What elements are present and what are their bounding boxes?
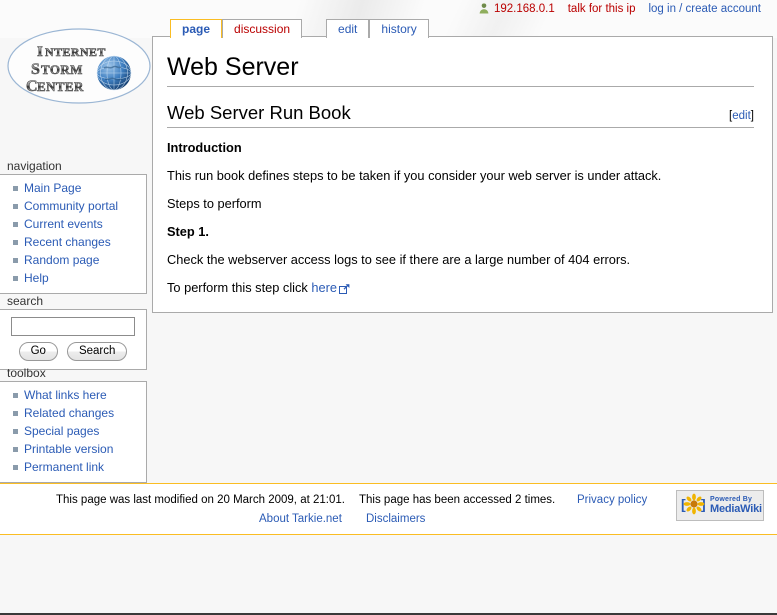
intro-heading: Introduction — [167, 140, 754, 156]
sidebar-item-label[interactable]: Help — [24, 271, 49, 285]
navigation-body: Main Page Community portal Current event… — [0, 174, 147, 294]
svg-text:NTERNET: NTERNET — [45, 45, 106, 59]
sidebar-item-help[interactable]: Help — [0, 269, 146, 287]
toolbox-item-label[interactable]: What links here — [24, 388, 107, 402]
toolbox-body: What links here Related changes Special … — [0, 381, 147, 483]
main-content: Web Server Web Server Run Book [edit] In… — [152, 36, 773, 313]
svg-text:I: I — [37, 44, 43, 60]
toolbox-item-related-changes[interactable]: Related changes — [0, 404, 146, 422]
tab-history[interactable]: history — [369, 19, 428, 38]
tab-page-label: page — [182, 23, 210, 35]
navigation-title: navigation — [7, 159, 147, 173]
footer-privacy: Privacy policy — [577, 492, 647, 509]
footer-disclaimers: Disclaimers — [366, 511, 425, 528]
sidebar-item-label[interactable]: Main Page — [24, 181, 81, 195]
user-ip-group: 192.168.0.1 — [478, 2, 555, 17]
svg-text:S: S — [31, 61, 40, 78]
toolbox-item-label[interactable]: Related changes — [24, 406, 114, 420]
tab-edit-label: edit — [338, 23, 357, 35]
sidebar-item-label[interactable]: Community portal — [24, 199, 118, 213]
footer-about: About Tarkie.net — [259, 511, 342, 528]
edit-section-link[interactable]: edit — [732, 110, 751, 122]
mediawiki-sunflower-icon: [ ] — [681, 492, 707, 519]
powered-by-mediawiki-badge[interactable]: [ ] — [676, 490, 764, 521]
tab-history-label: history — [381, 23, 416, 35]
tab-page[interactable]: page — [170, 19, 222, 38]
toolbox-title: toolbox — [7, 366, 147, 380]
sidebar-item-random-page[interactable]: Random page — [0, 251, 146, 269]
search-go-button[interactable]: Go — [19, 342, 58, 361]
user-talk-link[interactable]: talk for this ip — [568, 3, 636, 15]
login-create-account-link[interactable]: log in / create account — [648, 3, 761, 15]
search-body: Go Search — [0, 309, 147, 370]
step1-paragraph: Check the webserver access logs to see i… — [167, 252, 754, 268]
search-buttons: Go Search — [0, 342, 146, 361]
user-ip-label: 192.168.0.1 — [494, 3, 555, 15]
edit-section: [edit] — [729, 110, 754, 122]
site-logo[interactable]: I NTERNET S TORM C ENTER — [4, 24, 154, 108]
search-submit-button[interactable]: Search — [67, 342, 127, 361]
toolbox-item-permanent-link[interactable]: Permanent link — [0, 458, 146, 476]
sidebar-item-main-page[interactable]: Main Page — [0, 179, 146, 197]
tab-discussion-label: discussion — [234, 23, 290, 35]
page-bottom-area — [0, 546, 777, 615]
search-title: search — [7, 294, 147, 308]
sidebar-item-current-events[interactable]: Current events — [0, 215, 146, 233]
wiki-page: 192.168.0.1 talk for this ip log in / cr… — [0, 0, 777, 615]
footer-last-modified: This page was last modified on 20 March … — [56, 492, 345, 509]
sidebar-item-community-portal[interactable]: Community portal — [0, 197, 146, 215]
sidebar-item-label[interactable]: Recent changes — [24, 235, 111, 249]
perform-paragraph: To perform this step click here — [167, 280, 754, 298]
toolbox-item-special-pages[interactable]: Special pages — [0, 422, 146, 440]
tab-discussion[interactable]: discussion — [222, 19, 302, 38]
footer-view-count: This page has been accessed 2 times. — [359, 492, 555, 509]
sidebar-item-recent-changes[interactable]: Recent changes — [0, 233, 146, 251]
perform-step-link[interactable]: here — [311, 280, 337, 295]
toolbox-item-label[interactable]: Printable version — [24, 442, 113, 456]
user-icon — [478, 2, 490, 17]
badge-powered-by-label: Powered By — [710, 496, 762, 503]
sidebar-item-label[interactable]: Random page — [24, 253, 99, 267]
steps-paragraph: Steps to perform — [167, 196, 754, 212]
svg-text:ENTER: ENTER — [37, 79, 84, 94]
page-footer: This page was last modified on 20 March … — [0, 483, 777, 535]
toolbox-item-what-links-here[interactable]: What links here — [0, 386, 146, 404]
svg-text:TORM: TORM — [41, 62, 83, 77]
toolbox-item-label[interactable]: Special pages — [24, 424, 99, 438]
intro-paragraph: This run book defines steps to be taken … — [167, 168, 754, 184]
footer-privacy-policy-link[interactable]: Privacy policy — [577, 494, 647, 506]
content-tabs: page discussion edit history — [170, 18, 429, 38]
search-input[interactable] — [11, 317, 135, 336]
sidebar-portlet-search: search Go Search — [0, 294, 147, 370]
perform-prefix-text: To perform this step click — [167, 280, 311, 295]
tab-edit[interactable]: edit — [326, 19, 369, 38]
badge-mediawiki-label: MediaWiki — [710, 504, 762, 515]
step1-heading: Step 1. — [167, 224, 754, 240]
sidebar-item-label[interactable]: Current events — [24, 217, 103, 231]
external-link-icon — [339, 282, 350, 298]
toolbox-item-printable-version[interactable]: Printable version — [0, 440, 146, 458]
sidebar-portlet-toolbox: toolbox What links here Related changes … — [0, 366, 147, 483]
edit-bracket-close: ] — [751, 110, 754, 122]
toolbox-item-label[interactable]: Permanent link — [24, 460, 104, 474]
section-heading: Web Server Run Book — [167, 101, 351, 124]
section-heading-row: Web Server Run Book [edit] — [167, 101, 754, 128]
mediawiki-badge-text: Powered By MediaWiki — [710, 496, 762, 515]
footer-about-link[interactable]: About Tarkie.net — [259, 513, 342, 525]
page-title: Web Server — [167, 52, 754, 87]
footer-disclaimers-link[interactable]: Disclaimers — [366, 513, 425, 525]
sidebar-portlet-navigation: navigation Main Page Community portal Cu… — [0, 159, 147, 294]
user-links-bar: 192.168.0.1 talk for this ip log in / cr… — [478, 1, 761, 17]
